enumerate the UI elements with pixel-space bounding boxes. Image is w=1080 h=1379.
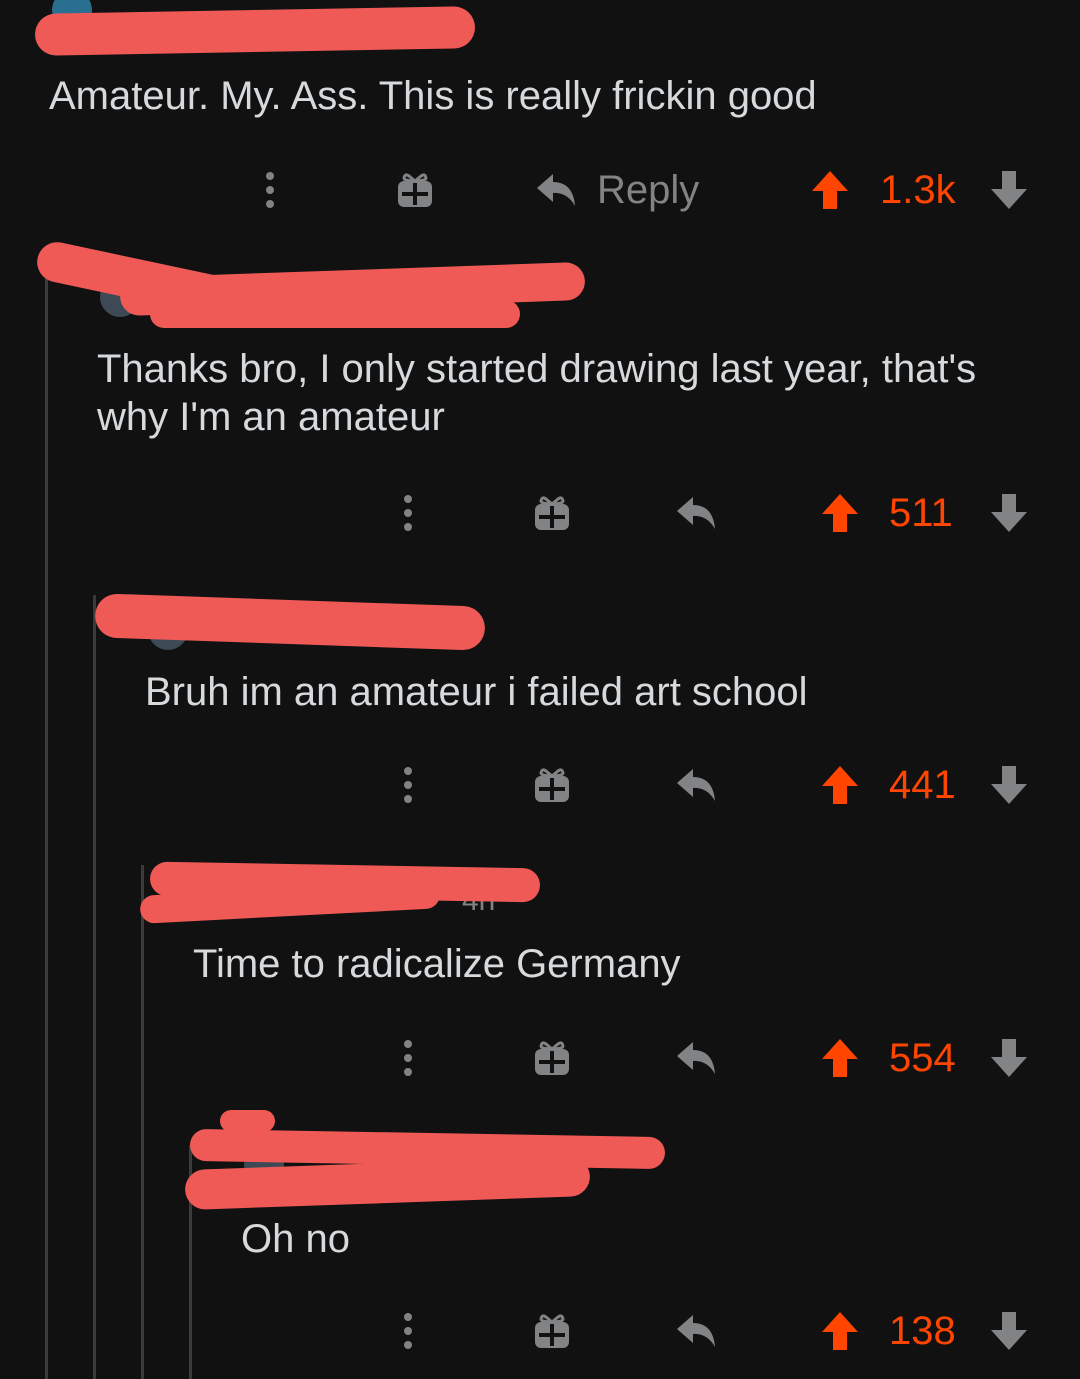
downvote-arrow-icon[interactable] <box>987 160 1031 220</box>
thread-line-depth-2[interactable] <box>93 595 96 1379</box>
gift-award-icon[interactable] <box>527 483 577 543</box>
score: 554 <box>889 1036 956 1080</box>
comment-body: Amateur. My. Ass. This is really frickin… <box>49 74 817 118</box>
score: 138 <box>889 1309 956 1353</box>
upvote-arrow-icon[interactable] <box>818 1301 862 1361</box>
downvote-arrow-icon[interactable] <box>987 1301 1031 1361</box>
reply-arrow-icon <box>537 174 575 206</box>
upvote-arrow-icon[interactable] <box>818 1028 862 1088</box>
upvote-arrow-icon[interactable] <box>818 755 862 815</box>
reply-arrow-icon[interactable] <box>672 1028 722 1088</box>
redaction-mark <box>34 6 476 56</box>
reply-label: Reply <box>597 167 700 212</box>
comment-header <box>0 0 1080 60</box>
comment-body: Bruh im an amateur i failed art school <box>145 670 808 714</box>
comment-actions: 441 <box>0 755 1080 815</box>
gift-award-icon[interactable] <box>527 755 577 815</box>
thread-line-depth-1[interactable] <box>45 265 48 1379</box>
more-vertical-icon[interactable] <box>388 1028 428 1088</box>
downvote-arrow-icon[interactable] <box>987 483 1031 543</box>
comment-thread: Amateur. My. Ass. This is really frickin… <box>0 0 1080 1379</box>
redaction-mark <box>150 300 520 328</box>
more-vertical-icon[interactable] <box>388 1301 428 1361</box>
more-vertical-icon[interactable] <box>250 160 290 220</box>
comment-actions: 138 <box>0 1301 1080 1361</box>
reply-arrow-icon[interactable] <box>672 755 722 815</box>
downvote-arrow-icon[interactable] <box>987 755 1031 815</box>
comment-header: 4h <box>0 860 1080 924</box>
reply-button[interactable]: Reply <box>535 160 735 220</box>
score: 441 <box>889 763 956 807</box>
more-vertical-icon[interactable] <box>388 755 428 815</box>
comment-header: 4h <box>0 590 1080 651</box>
comment-header <box>0 238 1080 328</box>
comment-body: Time to radicalize Germany <box>193 942 681 986</box>
score: 1.3k <box>880 168 956 212</box>
comment-header <box>0 1105 1080 1211</box>
reply-arrow-icon[interactable] <box>672 1301 722 1361</box>
upvote-arrow-icon[interactable] <box>808 160 852 220</box>
upvote-arrow-icon[interactable] <box>818 483 862 543</box>
comment-actions: 554 <box>0 1028 1080 1088</box>
score: 511 <box>889 491 953 535</box>
reply-arrow-icon[interactable] <box>672 483 722 543</box>
downvote-arrow-icon[interactable] <box>987 1028 1031 1088</box>
gift-award-icon[interactable] <box>527 1028 577 1088</box>
comment-body: Oh no <box>241 1217 350 1261</box>
comment-actions: 511 <box>0 483 1080 543</box>
more-vertical-icon[interactable] <box>388 483 428 543</box>
comment-body: Thanks bro, I only started drawing last … <box>97 347 988 439</box>
gift-award-icon[interactable] <box>527 1301 577 1361</box>
comment-actions: Reply 1.3k <box>0 160 1080 220</box>
gift-award-icon[interactable] <box>390 160 440 220</box>
